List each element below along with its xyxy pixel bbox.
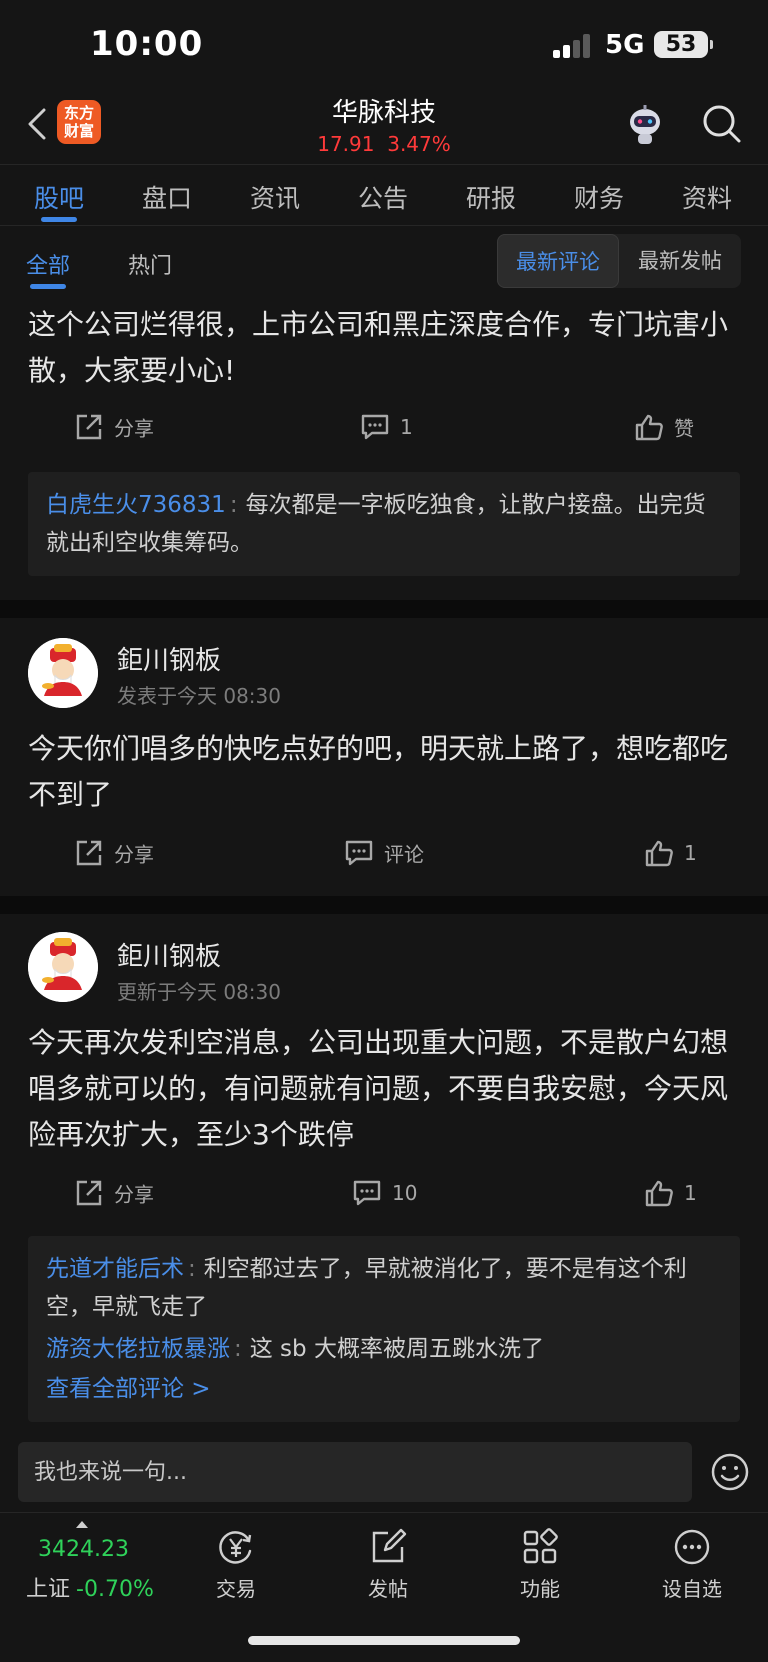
grid-apps-icon (523, 1528, 558, 1564)
network-type: 5G (605, 30, 645, 60)
search-icon[interactable] (700, 102, 742, 144)
view-all-comments-link[interactable]: 查看全部评论 > (46, 1370, 722, 1408)
post-text[interactable]: 今天你们唱多的快吃点好的吧，明天就上路了，想吃都吃不到了 (28, 726, 740, 818)
comment-icon (353, 1180, 381, 1206)
post-filter: 全部 热门 最新评论 最新发帖 (0, 230, 768, 292)
reply-preview[interactable]: 先道才能后术: 利空都过去了，早就被消化了，要不是有这个利空，早就飞走了 游资大佬… (28, 1236, 740, 1422)
reply-preview[interactable]: 白虎生火736831: 每次都是一字板吃独食，让散户接盘。出完货就出利空收集筹码。 (28, 472, 740, 576)
nav-trade[interactable]: 交易 (186, 1527, 286, 1602)
comment-button[interactable]: 评论 (344, 838, 424, 868)
index-ticker[interactable]: 上证 -0.70% (26, 1571, 154, 1603)
share-button[interactable]: 分享 (74, 838, 154, 868)
comment-icon (345, 840, 373, 866)
tab-research[interactable]: 研报 (466, 179, 516, 215)
reply-item[interactable]: 白虎生火736831: 每次都是一字板吃独食，让散户接盘。出完货就出利空收集筹码。 (46, 486, 722, 562)
comment-button[interactable]: 1 (360, 412, 413, 442)
avatar[interactable] (28, 638, 98, 708)
post-divider (0, 896, 768, 914)
share-icon (76, 840, 102, 866)
sort-latest-comment[interactable]: 最新评论 (497, 234, 619, 288)
thumbs-up-icon (635, 414, 663, 441)
signal-icon (553, 34, 593, 58)
edit-post-icon (372, 1528, 407, 1563)
reply-user[interactable]: 先道才能后术 (46, 1256, 184, 1282)
sort-toggle: 最新评论 最新发帖 (497, 234, 741, 288)
price-change: 3.47% (387, 132, 451, 156)
like-button[interactable]: 1 (644, 838, 697, 868)
like-button[interactable]: 1 (644, 1178, 697, 1208)
tab-pankou[interactable]: 盘口 (142, 179, 192, 215)
home-indicator[interactable] (248, 1636, 520, 1645)
comment-button[interactable]: 10 (352, 1178, 417, 1208)
comment-icon (361, 414, 389, 440)
status-time: 10:00 (90, 24, 204, 64)
post-time: 发表于今天 08:30 (117, 684, 281, 708)
more-dots-icon (674, 1529, 710, 1565)
comment-input[interactable] (18, 1442, 692, 1502)
index-name: 上证 (26, 1577, 71, 1602)
like-button[interactable]: 赞 (634, 412, 694, 442)
filter-hot[interactable]: 热门 (128, 248, 172, 280)
emoji-icon[interactable] (710, 1452, 750, 1492)
tab-guba[interactable]: 股吧 (34, 179, 84, 215)
avatar-caishen-icon (28, 932, 98, 1002)
share-button[interactable]: 分享 (74, 412, 154, 442)
post-text[interactable]: 这个公司烂得很，上市公司和黑庄深度合作，专门坑害小散，大家要小心! (28, 302, 740, 394)
thumbs-up-icon (645, 840, 673, 867)
filter-indicator (30, 284, 66, 289)
comment-bar (0, 1428, 768, 1510)
reply-text: 这 sb 大概率被周五跳水洗了 (249, 1336, 544, 1362)
index-value[interactable]: 3424.23 (38, 1537, 129, 1562)
tab-finance[interactable]: 财务 (574, 179, 624, 215)
nav-functions[interactable]: 功能 (490, 1527, 590, 1602)
share-button[interactable]: 分享 (74, 1178, 154, 1208)
battery-icon: 53 (654, 31, 713, 58)
index-change: -0.70% (76, 1577, 154, 1602)
author-name[interactable]: 鉅川钢板 (117, 936, 221, 973)
post-time: 更新于今天 08:30 (117, 980, 281, 1004)
avatar[interactable] (28, 932, 98, 1002)
thumbs-up-icon (645, 1180, 673, 1207)
reply-user[interactable]: 白虎生火736831 (46, 492, 226, 518)
trade-yen-icon (219, 1531, 252, 1564)
nav-post[interactable]: 发帖 (338, 1527, 438, 1602)
tab-indicator (41, 217, 77, 222)
reply-item[interactable]: 游资大佬拉板暴涨: 这 sb 大概率被周五跳水洗了 (46, 1330, 722, 1368)
tab-profile[interactable]: 资料 (682, 179, 732, 215)
main-tabs: 股吧 盘口 资讯 公告 研报 财务 资料 (0, 164, 768, 226)
status-bar: 10:00 5G 53 (0, 0, 768, 88)
nav-watchlist[interactable]: 设自选 (642, 1527, 742, 1602)
share-icon (76, 1180, 102, 1206)
price-value: 17.91 (317, 132, 375, 156)
robot-assistant-icon[interactable] (622, 102, 668, 148)
caret-up-icon (76, 1521, 88, 1528)
post-text[interactable]: 今天再次发利空消息，公司出现重大问题，不是散户幻想唱多就可以的，有问题就有问题，… (28, 1020, 740, 1158)
tab-announcements[interactable]: 公告 (358, 179, 408, 215)
reply-item[interactable]: 先道才能后术: 利空都过去了，早就被消化了，要不是有这个利空，早就飞走了 (46, 1250, 722, 1326)
post-divider (0, 600, 768, 618)
tab-news[interactable]: 资讯 (250, 179, 300, 215)
reply-user[interactable]: 游资大佬拉板暴涨 (46, 1336, 230, 1362)
author-name[interactable]: 鉅川钢板 (117, 640, 221, 677)
sort-latest-post[interactable]: 最新发帖 (619, 234, 741, 288)
stock-header: 东方财富 华脉科技 17.91 3.47% (0, 88, 768, 164)
share-icon (76, 414, 102, 440)
avatar-caishen-icon (28, 638, 98, 708)
filter-all[interactable]: 全部 (26, 248, 70, 280)
